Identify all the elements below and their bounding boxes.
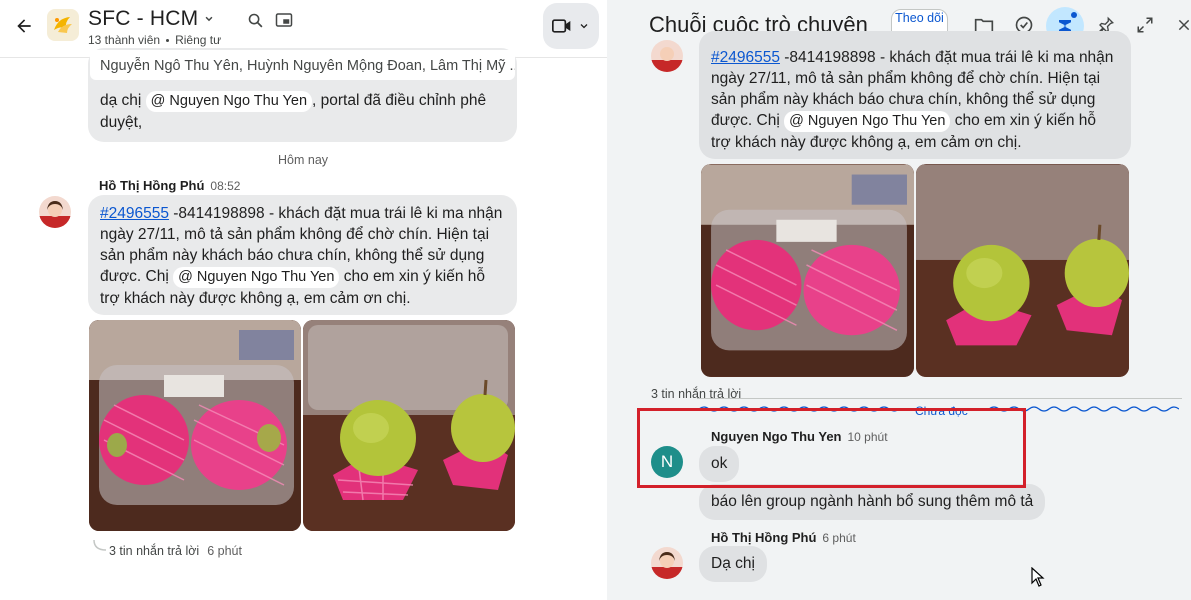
- thread-summary[interactable]: 3 tin nhắn trả lời 6 phút: [109, 544, 242, 558]
- arrow-left-icon: [17, 19, 31, 33]
- expand-icon[interactable]: [1133, 13, 1157, 37]
- thread-pane: Chuỗi cuộc trò chuyện Theo dõi #2496555 …: [607, 0, 1191, 600]
- avatar[interactable]: [651, 40, 683, 72]
- avatar[interactable]: [651, 547, 683, 579]
- sender-name[interactable]: Hồ Thị Hồng Phú: [99, 178, 204, 193]
- chevron-down-icon[interactable]: [202, 12, 216, 31]
- attached-image[interactable]: [701, 164, 914, 377]
- order-link[interactable]: #2496555: [100, 205, 169, 222]
- user-mention[interactable]: @ Nguyen Ngo Thu Yen: [173, 267, 340, 288]
- video-camera-icon: [552, 19, 571, 33]
- mouse-cursor-icon: [1031, 566, 1045, 592]
- thread-time: 6 phút: [207, 544, 242, 558]
- message-bubble[interactable]: #2496555 -8414198898 - khách đặt mua trá…: [88, 195, 517, 315]
- quoted-message[interactable]: Nguyễn Ngô Thu Yên, Huỳnh Nguyên Mộng Đo…: [90, 50, 515, 80]
- message-time: 6 phút: [822, 531, 856, 545]
- message-time: 08:52: [210, 179, 241, 193]
- attached-image[interactable]: [89, 320, 301, 531]
- space-emoji-icon: [54, 17, 72, 33]
- day-divider: Hôm nay: [278, 153, 329, 167]
- thread-reply-count[interactable]: 3 tin nhắn trả lời: [109, 544, 199, 558]
- message-sender: Hồ Thị Hồng Phú 6 phút: [711, 530, 856, 545]
- user-mention[interactable]: @ Nguyen Ngo Thu Yen: [784, 111, 951, 132]
- separator-dot: [166, 39, 170, 43]
- main-chat-pane: SFC - HCM 13 thành viên Riêng tư Nguyễn N…: [0, 0, 607, 600]
- space-name[interactable]: SFC - HCM: [88, 7, 198, 31]
- video-call-button[interactable]: [543, 3, 599, 49]
- message-text-part: dạ chị: [100, 92, 146, 109]
- close-icon[interactable]: [1172, 13, 1191, 37]
- attached-image[interactable]: [303, 320, 515, 531]
- back-button[interactable]: [10, 12, 38, 40]
- member-count[interactable]: 13 thành viên: [88, 33, 160, 47]
- reply-message[interactable]: báo lên group ngành hành bổ sung thêm mô…: [699, 484, 1046, 520]
- pip-icon[interactable]: [273, 9, 295, 31]
- divider: [697, 398, 1182, 399]
- sender-name[interactable]: Hồ Thị Hồng Phú: [711, 530, 816, 545]
- space-avatar[interactable]: [47, 9, 79, 41]
- order-link[interactable]: #2496555: [711, 49, 780, 66]
- notification-dot: [1071, 12, 1077, 18]
- avatar[interactable]: [39, 196, 71, 228]
- thread-line-icon: [93, 540, 107, 551]
- space-subtitle: 13 thành viên Riêng tư: [88, 33, 221, 47]
- message-sender: Hồ Thị Hồng Phú 08:52: [99, 178, 240, 193]
- reply-message[interactable]: Dạ chị: [699, 546, 767, 582]
- message-bubble-previous[interactable]: Nguyễn Ngô Thu Yên, Huỳnh Nguyên Mộng Đo…: [88, 48, 517, 142]
- user-mention[interactable]: @ Nguyen Ngo Thu Yen: [145, 91, 313, 112]
- search-icon[interactable]: [244, 9, 266, 31]
- visibility-label: Riêng tư: [175, 33, 222, 47]
- highlight-annotation: [637, 408, 1026, 488]
- message-text: dạ chị @ Nguyen Ngo Thu Yen, portal đã đ…: [100, 90, 505, 133]
- thread-root-message[interactable]: #2496555 -8414198898 - khách đặt mua trá…: [699, 31, 1131, 159]
- chevron-down-icon: [580, 24, 588, 29]
- attached-image[interactable]: [916, 164, 1129, 377]
